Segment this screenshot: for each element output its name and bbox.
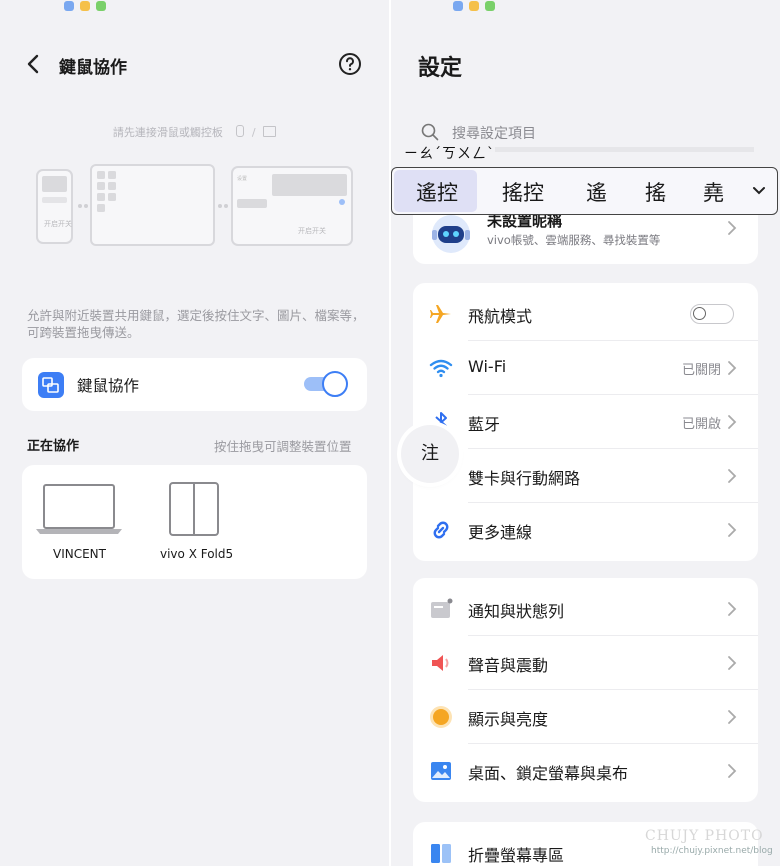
notification-icon bbox=[431, 598, 453, 618]
kvm-illustration: 设置 bbox=[36, 164, 353, 246]
svg-text:设置: 设置 bbox=[237, 175, 247, 182]
status-bar bbox=[0, 0, 389, 11]
kvm-label: 鍵鼠協作 bbox=[77, 377, 140, 395]
collaborating-title: 正在協作 bbox=[27, 439, 80, 454]
page-title: 鍵鼠協作 bbox=[59, 58, 127, 78]
chevron-right-icon bbox=[728, 523, 737, 537]
account-card[interactable]: 未設置昵稱 vivo帳號、雲端服務、尋找裝置等 bbox=[413, 212, 758, 264]
ime-candidate[interactable]: 搖 bbox=[645, 177, 666, 207]
bluetooth-status: 已開啟 bbox=[681, 417, 721, 432]
row-display[interactable]: 顯示與亮度 bbox=[413, 690, 758, 744]
wifi-status: 已關閉 bbox=[681, 363, 721, 378]
row-label: 更多連線 bbox=[468, 523, 533, 542]
connect-mouse-hint: 請先連接滑鼠或觸控板 / bbox=[0, 124, 389, 140]
airplane-switch[interactable] bbox=[690, 304, 734, 324]
ime-floating-bubble[interactable]: 注 bbox=[401, 425, 459, 483]
ime-candidate-bar: 遙控 搖控 遙 搖 堯 bbox=[391, 167, 778, 215]
help-icon[interactable] bbox=[338, 52, 362, 76]
row-more-connections[interactable]: 更多連線 bbox=[413, 503, 758, 557]
back-arrow-icon[interactable] bbox=[22, 52, 44, 76]
chevron-right-icon bbox=[728, 656, 737, 670]
row-sim-network[interactable]: 雙卡與行動網路 bbox=[413, 449, 758, 503]
device-name-laptop: VINCENT bbox=[53, 547, 106, 561]
ime-candidate[interactable]: 遙 bbox=[586, 177, 607, 207]
row-label: 顯示與亮度 bbox=[468, 710, 549, 729]
ime-candidate[interactable]: 搖控 bbox=[502, 177, 544, 207]
row-airplane-mode[interactable]: 飛航模式 bbox=[413, 287, 758, 341]
row-label: Wi-Fi bbox=[468, 357, 507, 376]
illustration-caption-right: 开启开关 bbox=[298, 227, 326, 235]
device-list-card: VINCENT vivo X Fold5 bbox=[22, 465, 367, 579]
watermark-url: http://chujy.pixnet.net/blog bbox=[651, 846, 773, 856]
row-wifi[interactable]: Wi-Fi 已關閉 bbox=[413, 341, 758, 395]
row-sound[interactable]: 聲音與震動 bbox=[413, 636, 758, 690]
kvm-description: 允許與附近裝置共用鍵鼠，選定後按住文字、圖片、檔案等，可跨裝置拖曳傳送。 bbox=[27, 308, 365, 340]
row-notifications[interactable]: 通知與狀態列 bbox=[413, 582, 758, 636]
kvm-collab-screen: 鍵鼠協作 請先連接滑鼠或觸控板 / 设置 开启开关 开启开关 允許與附近裝置共用… bbox=[0, 0, 389, 866]
mouse-icon bbox=[236, 125, 245, 137]
notification-icons bbox=[64, 0, 112, 15]
ime-candidate[interactable]: 堯 bbox=[703, 177, 724, 207]
chevron-down-icon[interactable] bbox=[751, 183, 767, 199]
row-label: 通知與狀態列 bbox=[468, 602, 565, 621]
ime-candidate[interactable]: 遙控 bbox=[416, 177, 458, 207]
link-icon bbox=[433, 521, 449, 539]
row-label: 折疊螢幕專區 bbox=[468, 846, 565, 865]
row-label: 飛航模式 bbox=[468, 307, 533, 326]
chevron-right-icon bbox=[728, 469, 737, 483]
search-icon bbox=[421, 123, 439, 141]
kvm-toggle-card[interactable]: 鍵鼠協作 bbox=[22, 358, 367, 411]
drag-hint: 按住拖曳可調整裝置位置 bbox=[214, 439, 352, 454]
row-bluetooth[interactable]: 藍牙 已開啟 bbox=[413, 395, 758, 449]
status-bar bbox=[391, 0, 780, 11]
chevron-right-icon bbox=[728, 710, 737, 724]
ime-composition: ㄧㄠˊㄎㄨㄥˋ bbox=[404, 143, 495, 163]
row-label: 桌面、鎖定螢幕與桌布 bbox=[468, 764, 629, 783]
touchpad-icon bbox=[263, 126, 277, 137]
watermark: CHUJY PHOTO bbox=[645, 828, 764, 844]
row-wallpaper[interactable]: 桌面、鎖定螢幕與桌布 bbox=[413, 744, 758, 798]
page-title: 設定 bbox=[418, 56, 463, 81]
profile-subtitle: vivo帳號、雲端服務、尋找裝置等 bbox=[487, 233, 661, 247]
illustration-caption-left: 开启开关 bbox=[44, 220, 72, 228]
connectivity-group: 飛航模式 Wi-Fi 已關閉 藍牙 已開啟 雙卡與行動網路 更多連線 bbox=[413, 283, 758, 561]
row-label: 雙卡與行動網路 bbox=[468, 469, 581, 488]
chevron-right-icon bbox=[728, 415, 737, 429]
search-input[interactable]: 搜尋設定項目 bbox=[452, 123, 536, 143]
settings-screen: 設定 搜尋設定項目 ㄧㄠˊㄎㄨㄥˋ 未設置昵稱 vivo帳號、雲端服務、尋找裝置… bbox=[391, 0, 780, 866]
chevron-right-icon bbox=[728, 361, 737, 375]
row-label: 藍牙 bbox=[468, 415, 501, 434]
foldable-phone-icon[interactable] bbox=[168, 481, 222, 537]
brightness-icon bbox=[430, 706, 452, 728]
row-label: 聲音與震動 bbox=[468, 656, 549, 675]
kvm-app-icon bbox=[38, 372, 64, 398]
chevron-right-icon bbox=[728, 602, 737, 616]
chevron-right-icon bbox=[728, 764, 737, 778]
speaker-icon bbox=[432, 655, 449, 671]
avatar bbox=[432, 215, 470, 253]
notification-icons bbox=[453, 0, 501, 15]
wifi-icon bbox=[429, 359, 453, 378]
airplane-icon bbox=[430, 305, 451, 323]
fold-screen-icon bbox=[431, 844, 451, 863]
kvm-switch[interactable] bbox=[304, 371, 348, 397]
device-name-phone: vivo X Fold5 bbox=[160, 547, 234, 561]
laptop-icon[interactable] bbox=[35, 483, 123, 535]
device-group: 通知與狀態列 聲音與震動 顯示與亮度 桌面、鎖定螢幕與桌布 bbox=[413, 578, 758, 802]
chevron-right-icon bbox=[728, 221, 737, 235]
wallpaper-icon bbox=[431, 762, 451, 780]
